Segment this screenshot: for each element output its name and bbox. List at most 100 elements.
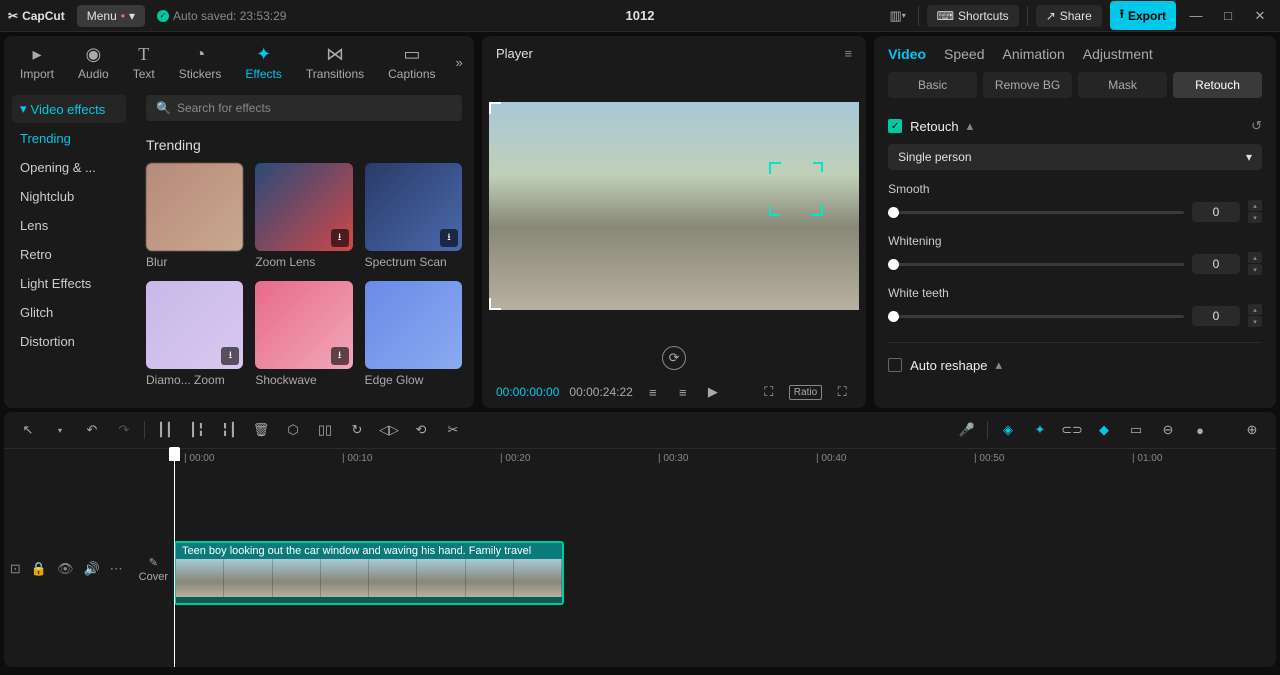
props-tab-adjustment[interactable]: Adjustment (1083, 46, 1153, 62)
copy-tool[interactable]: ▯▯ (313, 418, 337, 442)
props-tab-speed[interactable]: Speed (944, 46, 984, 62)
fullscreen-icon[interactable]: ⛶ (832, 384, 852, 400)
tab-transitions[interactable]: ⋈Transitions (302, 42, 368, 83)
tab-captions[interactable]: ▭Captions (384, 42, 439, 83)
effect-spectrum-scan[interactable]: ⭳Spectrum Scan (365, 163, 462, 269)
tab-import[interactable]: ▸Import (16, 42, 58, 83)
layout-icon[interactable]: ▥▾ (886, 4, 910, 28)
more-tabs-icon[interactable]: » (456, 55, 463, 70)
subtab-mask[interactable]: Mask (1078, 72, 1167, 98)
split-right-tool[interactable]: ╏┃ (217, 418, 241, 442)
step-up[interactable]: ▴ (1248, 252, 1262, 263)
subtab-remove-bg[interactable]: Remove BG (983, 72, 1072, 98)
sidebar-item-glitch[interactable]: Glitch (12, 299, 126, 326)
split-tool[interactable]: ┃┃ (153, 418, 177, 442)
effect-zoom-lens[interactable]: ⭳Zoom Lens (255, 163, 352, 269)
rotate-tool[interactable]: ↻ (345, 418, 369, 442)
auto-reshape-checkbox[interactable] (888, 358, 902, 372)
timeline-ruler[interactable]: | 00:00 | 00:10 | 00:20 | 00:30 | 00:40 … (174, 449, 1276, 471)
whitening-value[interactable]: 0 (1192, 254, 1240, 274)
player-canvas[interactable] (482, 71, 866, 340)
scale-icon[interactable]: ⛶ (759, 384, 779, 400)
ratio-button[interactable]: Ratio (789, 385, 822, 400)
play-button[interactable]: ▶ (703, 384, 723, 400)
cursor-tool[interactable]: ↖ (16, 418, 40, 442)
zoom-out-icon[interactable]: ⊖ (1156, 418, 1180, 442)
sidebar-item-opening[interactable]: Opening & ... (12, 154, 126, 181)
magnet-tool-2[interactable]: ✦ (1028, 418, 1052, 442)
search-input[interactable]: 🔍 Search for effects (146, 95, 462, 121)
speaker-icon[interactable]: 🔊 (83, 561, 99, 577)
cursor-dropdown[interactable]: ▾ (48, 418, 72, 442)
slider-thumb[interactable] (888, 207, 899, 218)
shortcuts-button[interactable]: ⌨ Shortcuts (927, 5, 1019, 27)
menu-icon[interactable]: ≡ (845, 46, 853, 61)
props-tab-video[interactable]: Video (888, 46, 926, 62)
sidebar-item-trending[interactable]: Trending (12, 125, 126, 152)
delete-tool[interactable]: 🗑 (249, 418, 273, 442)
download-icon[interactable]: ⭳ (331, 229, 349, 247)
tab-text[interactable]: TText (129, 42, 159, 83)
magnet-tool-1[interactable]: ◈ (996, 418, 1020, 442)
shield-tool[interactable]: ⬡ (281, 418, 305, 442)
list-icon-1[interactable]: ≡ (643, 385, 663, 400)
sidebar-item-retro[interactable]: Retro (12, 241, 126, 268)
step-up[interactable]: ▴ (1248, 304, 1262, 315)
chevron-up-icon[interactable]: ▴ (967, 118, 974, 134)
mirror-tool[interactable]: ◁▷ (377, 418, 401, 442)
list-icon-2[interactable]: ≡ (673, 385, 693, 400)
sidebar-item-light-effects[interactable]: Light Effects (12, 270, 126, 297)
zoom-tool[interactable]: ● (1188, 418, 1212, 442)
eye-icon[interactable]: 👁 (57, 561, 74, 577)
download-icon[interactable]: ⭳ (440, 229, 458, 247)
reset-view-button[interactable]: ⟳ (662, 346, 686, 370)
expand-icon[interactable]: ⊡ (10, 561, 21, 577)
slider-thumb[interactable] (888, 311, 899, 322)
close-icon[interactable]: ✕ (1248, 4, 1272, 28)
crop-tool[interactable]: ✂ (441, 418, 465, 442)
person-dropdown[interactable]: Single person ▾ (888, 144, 1262, 170)
sidebar-item-nightclub[interactable]: Nightclub (12, 183, 126, 210)
step-down[interactable]: ▾ (1248, 316, 1262, 327)
tab-audio[interactable]: ◉Audio (74, 42, 113, 83)
effect-edge-glow[interactable]: Edge Glow (365, 281, 462, 387)
step-down[interactable]: ▾ (1248, 264, 1262, 275)
tab-effects[interactable]: ✦Effects (241, 42, 285, 83)
tab-stickers[interactable]: ◔Stickers (175, 42, 226, 83)
cover-button[interactable]: ✎ Cover (139, 556, 168, 583)
smooth-value[interactable]: 0 (1192, 202, 1240, 222)
effect-diamond-zoom[interactable]: ⭳Diamo... Zoom (146, 281, 243, 387)
props-tab-animation[interactable]: Animation (1003, 46, 1065, 62)
export-button[interactable]: ⭱ Export (1110, 1, 1176, 30)
sync-tool[interactable]: ⟲ (409, 418, 433, 442)
download-icon[interactable]: ⭳ (221, 347, 239, 365)
more-icon[interactable]: ⋯ (110, 561, 123, 577)
effect-blur[interactable]: Blur (146, 163, 243, 269)
undo-button[interactable]: ↶ (80, 418, 104, 442)
white-teeth-slider[interactable] (888, 315, 1184, 318)
white-teeth-value[interactable]: 0 (1192, 306, 1240, 326)
sidebar-item-distortion[interactable]: Distortion (12, 328, 126, 355)
mic-tool[interactable]: 🎤 (955, 418, 979, 442)
subtab-basic[interactable]: Basic (888, 72, 977, 98)
sidebar-header-video-effects[interactable]: ▾Video effects (12, 95, 126, 123)
timeline-tracks[interactable]: Teen boy looking out the car window and … (174, 471, 1276, 667)
reset-icon[interactable]: ↺ (1251, 118, 1262, 134)
share-button[interactable]: ↗ Share (1036, 5, 1102, 27)
redo-button[interactable]: ↷ (112, 418, 136, 442)
sidebar-item-lens[interactable]: Lens (12, 212, 126, 239)
whitening-slider[interactable] (888, 263, 1184, 266)
split-left-tool[interactable]: ┃╏ (185, 418, 209, 442)
subtab-retouch[interactable]: Retouch (1173, 72, 1262, 98)
snap-tool[interactable]: ◆ (1092, 418, 1116, 442)
link-tool[interactable]: ⊂⊃ (1060, 418, 1084, 442)
step-up[interactable]: ▴ (1248, 200, 1262, 211)
lock-icon[interactable]: 🔒 (31, 561, 47, 577)
chevron-up-icon[interactable]: ▴ (995, 357, 1002, 373)
step-down[interactable]: ▾ (1248, 212, 1262, 223)
video-clip[interactable]: Teen boy looking out the car window and … (174, 541, 564, 605)
menu-button[interactable]: Menu • ▾ (77, 5, 145, 27)
minimize-icon[interactable]: — (1184, 4, 1208, 28)
download-icon[interactable]: ⭳ (331, 347, 349, 365)
retouch-checkbox[interactable]: ✓ (888, 119, 902, 133)
